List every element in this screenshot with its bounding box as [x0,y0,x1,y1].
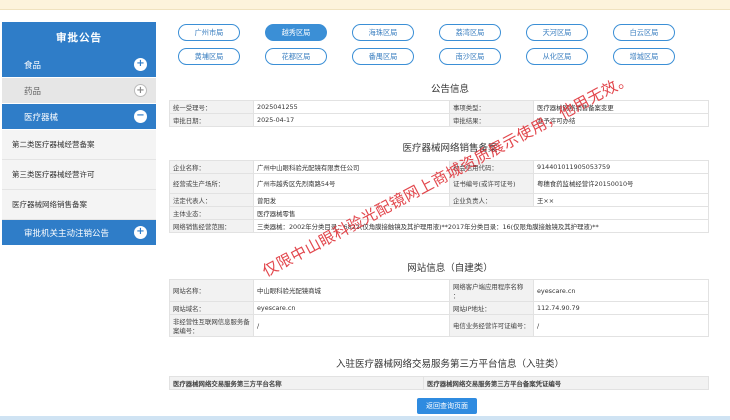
region-huadu[interactable]: 花都区局 [265,48,327,65]
sidebar-subitem-class3[interactable]: 第三类医疗器械经营许可 [2,160,156,190]
platform-table: 医疗器械网络交易服务第三方平台名称 医疗器械网络交易服务第三方平台备案凭证编号 [169,376,709,390]
address-value: 广州市越秀区先烈南路54号 [253,173,450,194]
company-label: 企业名称： [169,160,254,174]
legal-label: 法定代表人： [169,193,254,207]
credit-label: 社会信用代码： [449,160,534,174]
sidebar-item-food[interactable]: 食品 + [2,52,156,78]
platform-title: 入驻医疗器械网络交易服务第三方平台信息（入驻类） [335,359,564,370]
type-value: 医疗器械网络销售备案变更 [533,100,709,114]
platform-col-name: 医疗器械网络交易服务第三方平台名称 [169,376,424,390]
sidebar-subitem-online-sales[interactable]: 医疗器械网络销售备案 [2,190,156,220]
filing-title: 医疗器械网络销售备案 [402,143,498,154]
region-baiyun[interactable]: 白云区局 [613,24,675,41]
telecom-label: 电信业务经营许可证编号： [449,314,534,337]
ip-value: 112.74.90.79 [533,301,709,315]
sidebar-item-medical-devices[interactable]: 医疗器械 − [2,104,156,130]
app-label-colon: ： [453,291,460,300]
plus-icon[interactable]: + [134,84,147,97]
app-value: eyescare.cn [533,279,709,302]
region-tianhe[interactable]: 天河区局 [526,24,588,41]
company-value: 广州中山眼科验光配镜有限责任公司 [253,160,450,174]
date-value: 2025-04-17 [253,113,450,127]
top-banner [0,0,730,10]
cert-label: 证书编号(或许可证号) [449,173,534,194]
notice-table: 统一受理号： 2025041255 事项类型： 医疗器械网络销售备案变更 审批日… [169,100,709,127]
plus-icon[interactable]: + [134,226,147,239]
type-label: 事项类型： [449,100,534,114]
region-yuexiu[interactable]: 越秀区局 [265,24,327,41]
website-table: 网站名称： 中山眼科验光配镜商城 网络客户端应用程序名称 ： eyescare.… [169,279,709,337]
sidebar-item-label: 审批机关主动注销公告 [24,228,110,239]
telecom-value: / [533,314,709,337]
region-nansha[interactable]: 南沙区局 [439,48,501,65]
credit-value: 914401011905053759 [533,160,709,174]
region-selector: 广州市局 越秀区局 海珠区局 荔湾区局 天河区局 白云区局 黄埔区局 花都区局 … [178,24,708,72]
sidebar-item-label: 食品 [24,60,42,71]
domain-label: 网站域名： [169,301,254,315]
platform-col-cert: 医疗器械网络交易服务第三方平台备案凭证编号 [423,376,709,390]
region-panyu[interactable]: 番禺区局 [352,48,414,65]
back-to-search-button[interactable]: 返回查询页面 [417,398,477,414]
unified-no-value: 2025041255 [253,100,450,114]
filing-table: 企业名称： 广州中山眼科验光配镜有限责任公司 社会信用代码： 914401011… [169,160,709,233]
ip-label: 网站IP地址： [449,301,534,315]
icp-value: / [253,314,450,337]
notice-title: 公告信息 [430,84,469,95]
format-label: 主体业态： [169,206,254,220]
app-label: 网络客户端应用程序名称 ： [449,279,534,302]
sidebar-subitem-class2[interactable]: 第二类医疗器械经营备案 [2,130,156,160]
sidebar-title: 审批公告 [2,22,156,52]
region-haizhu[interactable]: 海珠区局 [352,24,414,41]
unified-no-label: 统一受理号： [169,100,254,114]
minus-icon[interactable]: − [134,110,147,123]
owner-value: 王×× [533,193,709,207]
plus-icon[interactable]: + [134,58,147,71]
scope-label: 网络销售经营范围： [169,219,254,233]
region-liwan[interactable]: 荔湾区局 [439,24,501,41]
bottom-bar [0,416,730,420]
legal-value: 曾阳发 [253,193,450,207]
result-value: 准予许可办结 [533,113,709,127]
sidebar-item-cancellation[interactable]: 审批机关主动注销公告 + [2,220,156,246]
result-label: 审批结果： [449,113,534,127]
date-label: 审批日期： [169,113,254,127]
sidebar: 审批公告 食品 + 药品 + 医疗器械 − 第二类医疗器械经营备案 第三类医疗器… [2,22,156,416]
site-name-label: 网站名称： [169,279,254,302]
icp-label: 非经营性互联网信息服务备案编号： [169,314,254,337]
app-label-text: 网络客户端应用程序名称 [453,282,524,291]
address-label: 经营或生产场所： [169,173,254,194]
region-huangpu[interactable]: 黄埔区局 [178,48,240,65]
scope-value: 三类器械：2002年分类目录：6822(仅角膜接触镜及其护理用液)**2017年… [253,219,709,233]
sidebar-item-label: 药品 [24,86,42,97]
format-value: 医疗器械零售 [253,206,709,220]
region-guangzhou[interactable]: 广州市局 [178,24,240,41]
domain-value: eyescare.cn [253,301,450,315]
region-conghua[interactable]: 从化区局 [526,48,588,65]
region-zengcheng[interactable]: 增城区局 [613,48,675,65]
site-name-value: 中山眼科验光配镜商城 [253,279,450,302]
owner-label: 企业负责人： [449,193,534,207]
sidebar-item-drugs[interactable]: 药品 + [2,78,156,104]
cert-value: 粤穗食药监械经营许20150010号 [533,173,709,194]
website-title: 网站信息（自建类） [407,263,493,274]
sidebar-item-label: 医疗器械 [24,112,59,123]
